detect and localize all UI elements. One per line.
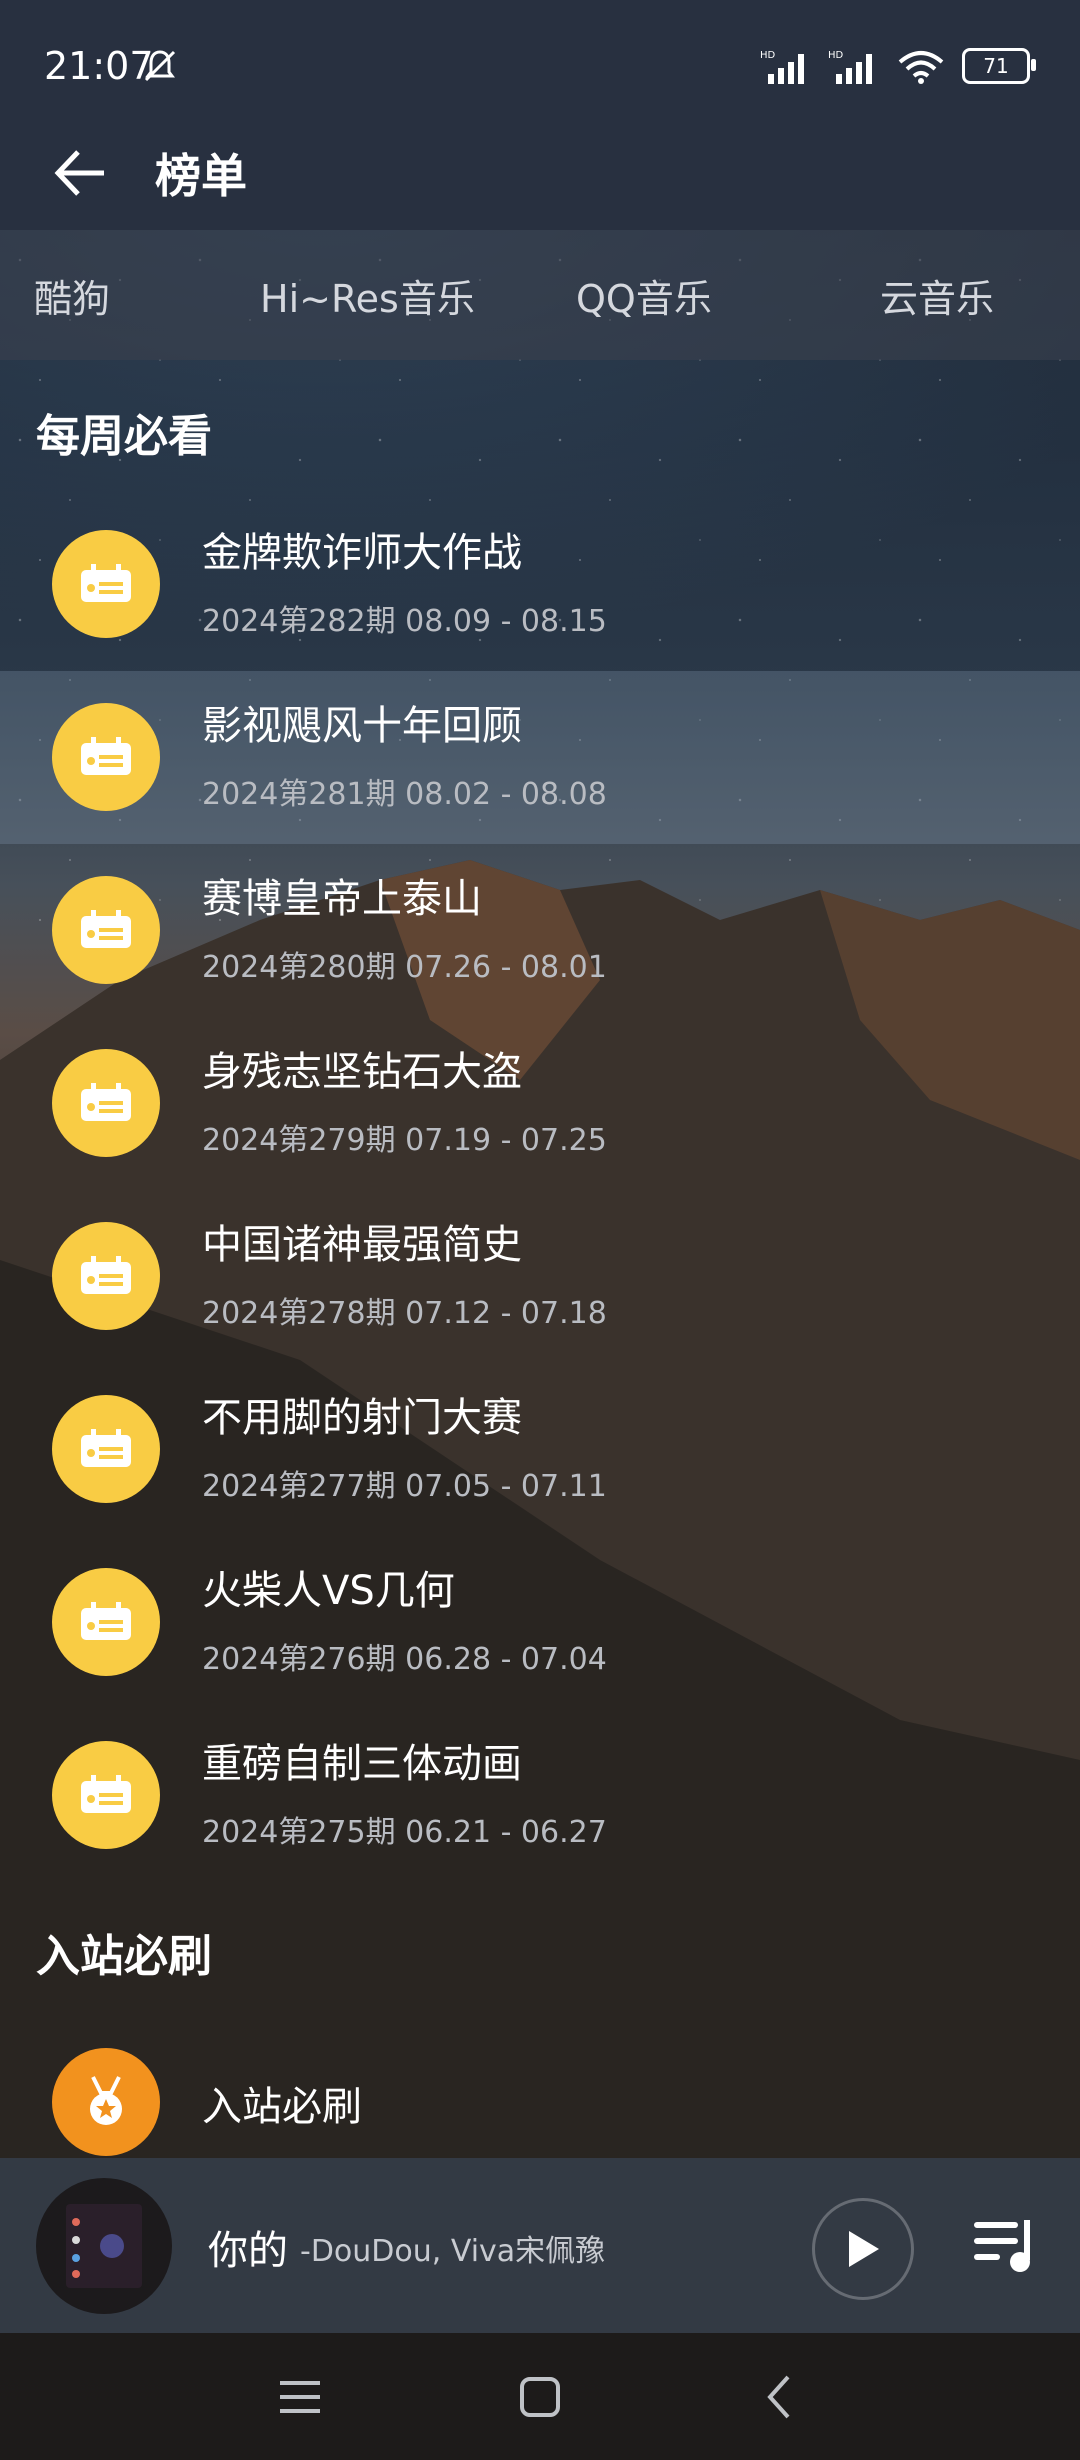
list-item[interactable]: 不用脚的射门大赛 2024第277期 07.05 - 07.11	[0, 1363, 1080, 1536]
list-item[interactable]: 金牌欺诈师大作战 2024第282期 08.09 - 08.15	[0, 498, 1080, 671]
item-title: 重磅自制三体动画	[202, 1741, 522, 1787]
list-item[interactable]: 中国诸神最强简史 2024第278期 07.12 - 07.18	[0, 1190, 1080, 1363]
list-item[interactable]: 赛博皇帝上泰山 2024第280期 07.26 - 08.01	[0, 844, 1080, 1017]
song-artist: -DouDou, Viva宋佩豫	[300, 2234, 606, 2269]
tab-hires[interactable]: Hi~Res音乐	[260, 268, 475, 323]
app-header: 榜单	[0, 130, 1080, 230]
tab-cloud[interactable]: 云音乐	[880, 268, 994, 323]
song-title: 你的	[208, 2228, 288, 2274]
item-title: 不用脚的射门大赛	[202, 1395, 522, 1441]
mini-player[interactable]: 你的 -DouDou, Viva宋佩豫	[0, 2158, 1080, 2333]
playlist-icon[interactable]	[970, 2214, 1042, 2276]
status-time: 21:07	[44, 44, 154, 88]
item-title: 火柴人VS几何	[202, 1568, 455, 1614]
menu-icon[interactable]	[270, 2367, 330, 2427]
item-title: 金牌欺诈师大作战	[202, 530, 522, 576]
item-title: 入站必刷	[202, 2084, 362, 2130]
battery-indicator: 71	[962, 48, 1036, 84]
calendar-icon	[52, 1049, 160, 1157]
item-title: 赛博皇帝上泰山	[202, 876, 482, 922]
item-subtitle: 2024第280期 07.26 - 08.01	[202, 950, 607, 985]
item-subtitle: 2024第277期 07.05 - 07.11	[202, 1469, 607, 1504]
tab-qq[interactable]: QQ音乐	[576, 268, 712, 323]
bell-off-icon	[144, 50, 176, 82]
item-title: 身残志坚钻石大盗	[202, 1049, 522, 1095]
calendar-icon	[52, 1395, 160, 1503]
signal-icon: HD	[760, 50, 804, 84]
svg-text:HD: HD	[828, 50, 844, 61]
tab-kugou[interactable]: 酷狗	[34, 268, 110, 323]
calendar-icon	[52, 530, 160, 638]
item-subtitle: 2024第279期 07.19 - 07.25	[202, 1123, 607, 1158]
list-item[interactable]: 影视飓风十年回顾 2024第281期 08.02 - 08.08	[0, 671, 1080, 844]
play-icon	[849, 2231, 879, 2267]
play-button[interactable]	[812, 2198, 914, 2300]
item-subtitle: 2024第282期 08.09 - 08.15	[202, 604, 607, 639]
item-subtitle: 2024第278期 07.12 - 07.18	[202, 1296, 607, 1331]
list-item[interactable]: 身残志坚钻石大盗 2024第279期 07.19 - 07.25	[0, 1017, 1080, 1190]
home-icon[interactable]	[510, 2367, 570, 2427]
album-art[interactable]	[36, 2178, 172, 2314]
section-title-weekly: 每周必看	[36, 411, 212, 462]
calendar-icon	[52, 876, 160, 984]
back-nav-icon[interactable]	[750, 2367, 810, 2427]
item-title: 影视飓风十年回顾	[202, 703, 522, 749]
battery-level: 71	[983, 54, 1009, 78]
item-subtitle: 2024第275期 06.21 - 06.27	[202, 1815, 607, 1850]
signal-icon: HD	[828, 50, 872, 84]
medal-icon	[52, 2048, 160, 2156]
item-subtitle: 2024第276期 06.28 - 07.04	[202, 1642, 607, 1677]
status-bar: 21:07 HD HD 71	[0, 0, 1080, 130]
calendar-icon	[52, 1222, 160, 1330]
system-nav-bar	[0, 2333, 1080, 2460]
list-item[interactable]: 火柴人VS几何 2024第276期 06.28 - 07.04	[0, 1536, 1080, 1709]
list-item[interactable]: 重磅自制三体动画 2024第275期 06.21 - 06.27	[0, 1709, 1080, 1882]
calendar-icon	[52, 1568, 160, 1676]
page-title: 榜单	[155, 149, 247, 203]
back-arrow-icon[interactable]	[48, 138, 118, 208]
calendar-icon	[52, 1741, 160, 1849]
calendar-icon	[52, 703, 160, 811]
item-subtitle: 2024第281期 08.02 - 08.08	[202, 777, 607, 812]
wifi-icon	[898, 51, 944, 84]
tab-bar: 酷狗 Hi~Res音乐 QQ音乐 云音乐	[0, 230, 1080, 360]
svg-text:HD: HD	[760, 50, 776, 61]
item-title: 中国诸神最强简史	[202, 1222, 522, 1268]
section-title-must-watch: 入站必刷	[36, 1931, 212, 1982]
